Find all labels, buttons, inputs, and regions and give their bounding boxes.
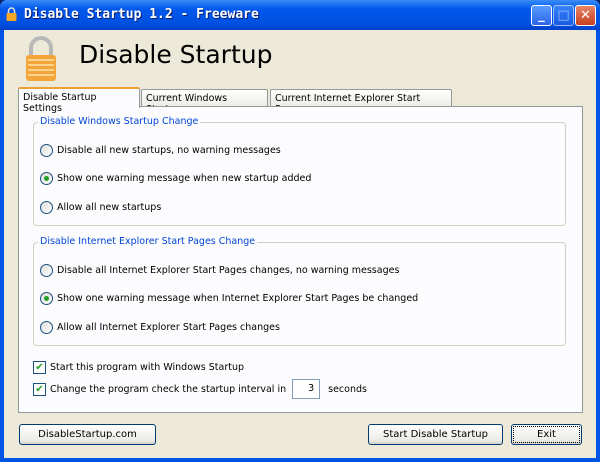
radio-allow-all[interactable]: Allow all new startups xyxy=(40,201,161,214)
radio-disable-all[interactable]: Disable all new startups, no warning mes… xyxy=(40,144,281,157)
option-label: Allow all new startups xyxy=(57,202,162,213)
checkmark-icon[interactable]: ✔ xyxy=(33,361,46,374)
group-legend: Disable Internet Explorer Start Pages Ch… xyxy=(38,236,258,247)
start-disable-startup-button[interactable]: Start Disable Startup xyxy=(368,424,503,445)
radio-ie-show-warning[interactable]: Show one warning message when Internet E… xyxy=(40,292,418,305)
radio-button[interactable] xyxy=(40,144,53,157)
interval-input[interactable]: 3 xyxy=(292,379,321,399)
radio-button[interactable] xyxy=(40,292,53,305)
option-label: Disable all Internet Explorer Start Page… xyxy=(57,265,400,276)
settings-panel: Disable Windows Startup Change Disable a… xyxy=(18,106,583,413)
tab-settings[interactable]: Disable Startup Settings xyxy=(18,87,140,114)
ie-start-pages-group: Disable Internet Explorer Start Pages Ch… xyxy=(33,236,566,346)
option-label: Show one warning message when Internet E… xyxy=(57,293,419,304)
group-legend: Disable Windows Startup Change xyxy=(38,116,201,127)
app-heading: Disable Startup xyxy=(79,40,273,69)
option-label: Disable all new startups, no warning mes… xyxy=(57,145,281,156)
radio-button[interactable] xyxy=(40,201,53,214)
close-button[interactable]: ✕ xyxy=(575,5,596,26)
tab-windows-startup[interactable]: Current Windows Startup xyxy=(141,89,268,115)
checkbox-start-with-windows[interactable]: ✔ Start this program with Windows Startup xyxy=(33,361,244,374)
checkmark-icon[interactable]: ✔ xyxy=(33,382,46,396)
radio-button[interactable] xyxy=(40,321,53,334)
option-label: Allow all Internet Explorer Start Pages … xyxy=(57,322,280,333)
checkbox-label: Start this program with Windows Startup xyxy=(50,362,245,373)
interval-unit: seconds xyxy=(328,383,367,395)
app-window: Disable Startup 1.2 - Freeware _ □ ✕ Dis… xyxy=(0,0,600,462)
padlock-icon xyxy=(26,36,56,81)
lock-icon xyxy=(6,7,17,21)
radio-ie-disable-all[interactable]: Disable all Internet Explorer Start Page… xyxy=(40,264,399,277)
website-button[interactable]: DisableStartup.com xyxy=(19,424,156,445)
window-title: Disable Startup 1.2 - Freeware xyxy=(24,7,259,22)
option-label: Show one warning message when new startu… xyxy=(57,173,312,184)
radio-button[interactable] xyxy=(40,172,53,185)
maximize-button[interactable]: □ xyxy=(553,5,574,26)
minimize-button[interactable]: _ xyxy=(531,5,552,26)
tab-ie-start-pages[interactable]: Current Internet Explorer Start Pages xyxy=(270,89,452,115)
checkbox-check-interval[interactable]: ✔ Change the program check the startup in… xyxy=(33,379,367,399)
exit-button[interactable]: Exit xyxy=(511,424,582,445)
radio-show-warning[interactable]: Show one warning message when new startu… xyxy=(40,172,311,185)
radio-button[interactable] xyxy=(40,264,53,277)
windows-startup-group: Disable Windows Startup Change Disable a… xyxy=(33,116,566,226)
title-bar[interactable]: Disable Startup 1.2 - Freeware _ □ ✕ xyxy=(0,0,600,30)
checkbox-label: Change the program check the startup int… xyxy=(50,383,287,395)
radio-ie-allow-all[interactable]: Allow all Internet Explorer Start Pages … xyxy=(40,321,280,334)
client-area: Disable Startup Disable Startup Settings… xyxy=(4,30,596,458)
